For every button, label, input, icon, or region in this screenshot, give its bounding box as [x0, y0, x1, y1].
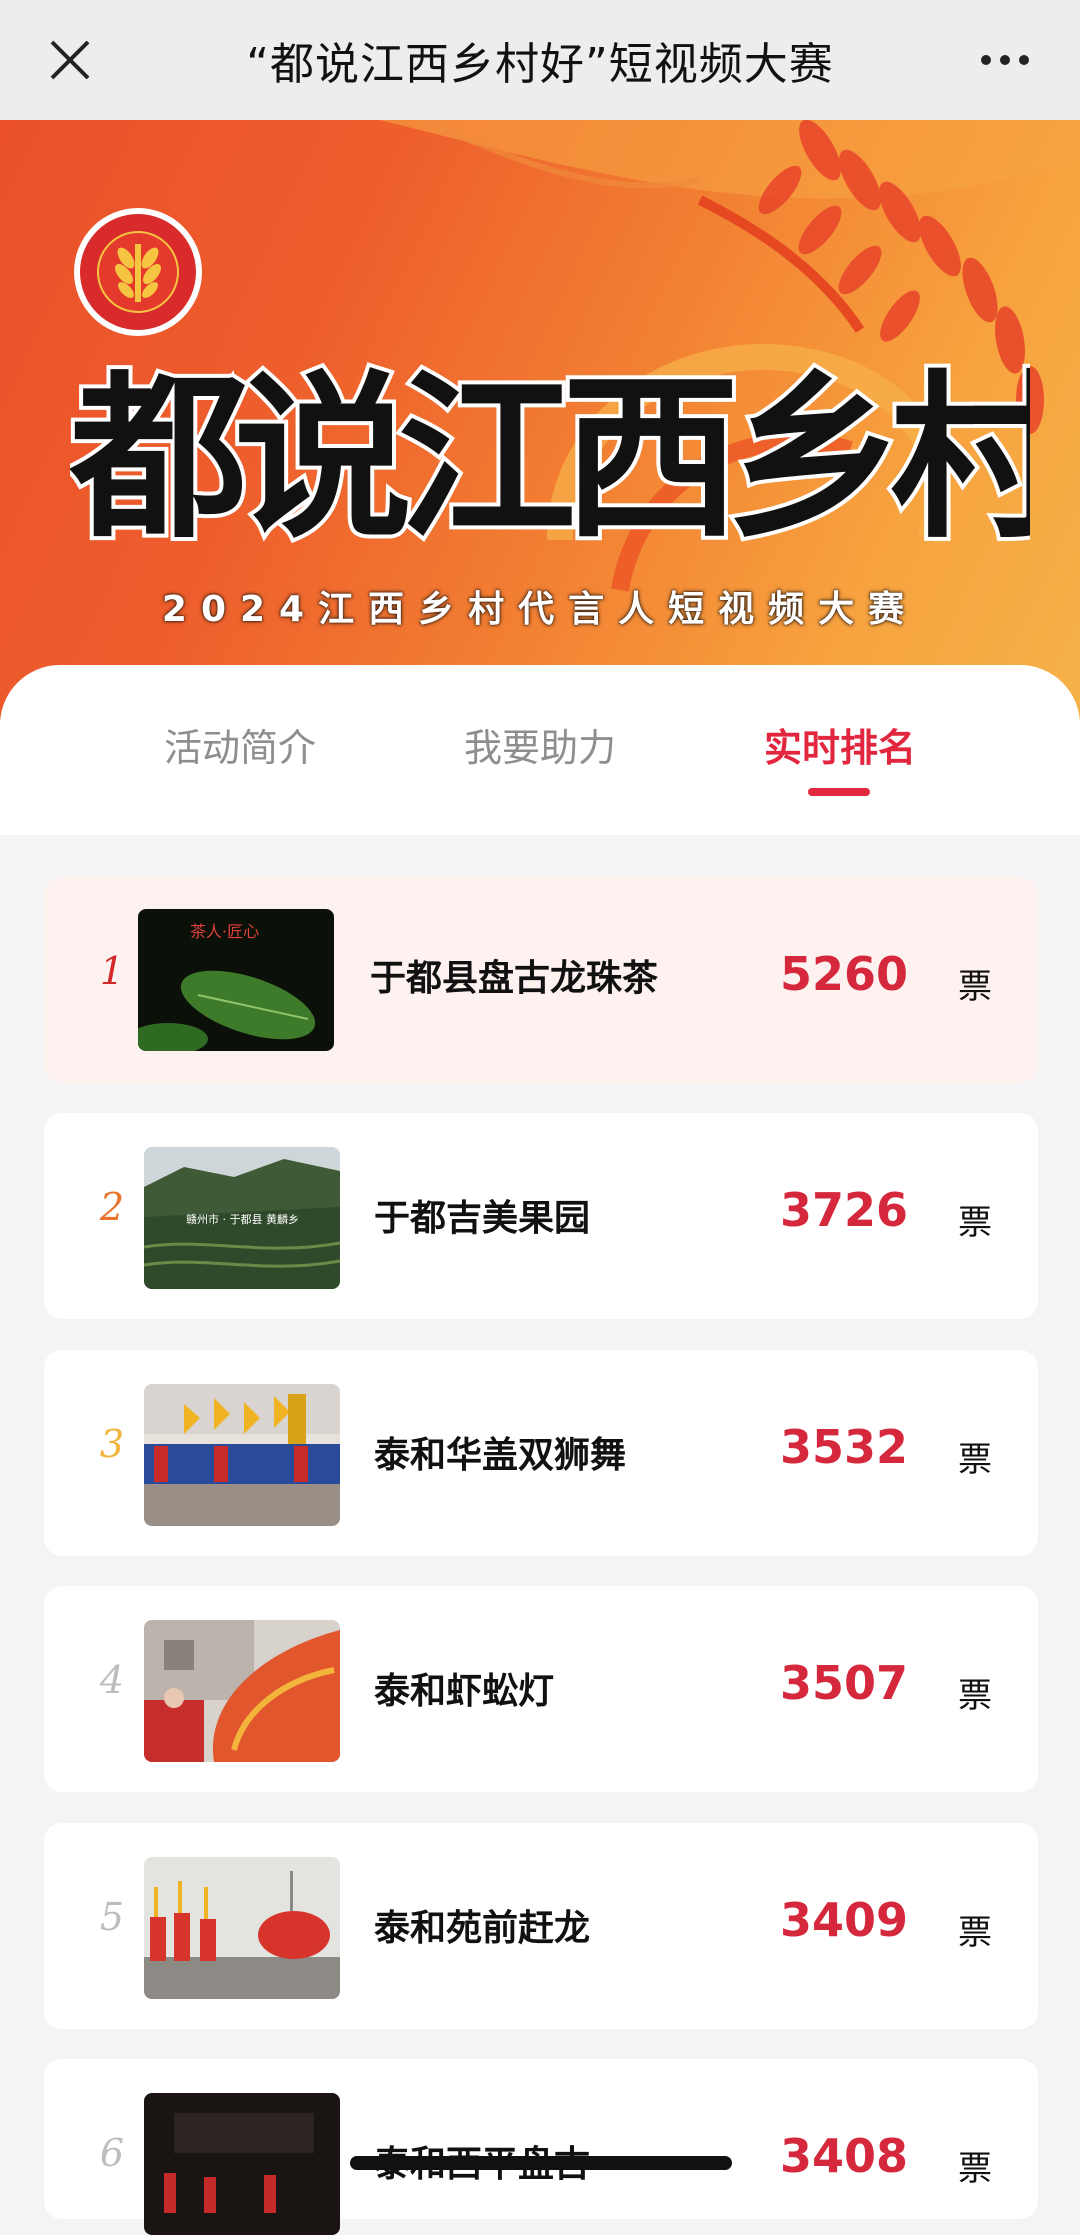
vote-unit: 票 — [958, 1913, 992, 1953]
video-thumbnail[interactable] — [144, 2093, 340, 2235]
rank-number: 5 — [99, 1895, 125, 1939]
ranking-item-2[interactable]: 2 赣州市 · 于都县 黄麟乡 于都吉美果园 3726 票 — [44, 1113, 1038, 1319]
video-thumbnail[interactable]: 茶人·匠心 — [138, 909, 334, 1051]
vote-unit: 票 — [958, 967, 992, 1007]
close-button[interactable] — [40, 30, 100, 90]
video-thumbnail[interactable] — [144, 1857, 340, 1999]
video-thumbnail[interactable] — [144, 1384, 340, 1526]
vote-count: 3408 — [779, 2129, 908, 2183]
tab-intro[interactable]: 活动简介 — [130, 717, 350, 772]
rank-number: 3 — [99, 1422, 125, 1466]
banner-subtitle: 2024江西乡村代言人短视频大赛 — [161, 589, 919, 630]
video-thumbnail[interactable] — [144, 1620, 340, 1762]
entry-name: 泰和苑前赶龙 — [374, 1908, 591, 1949]
entry-name: 泰和华盖双狮舞 — [374, 1435, 627, 1476]
vote-unit: 票 — [958, 1440, 992, 1480]
entry-name: 于都县盘古龙珠茶 — [370, 958, 659, 999]
more-dots-icon — [981, 55, 1029, 65]
svg-text:赣州市 · 于都县 黄麟乡: 赣州市 · 于都县 黄麟乡 — [186, 1212, 299, 1226]
more-button[interactable] — [970, 30, 1040, 90]
vote-count: 3532 — [779, 1420, 908, 1474]
entry-name: 于都吉美果园 — [374, 1198, 591, 1239]
vote-count: 3507 — [779, 1656, 908, 1710]
close-icon — [50, 40, 90, 80]
vote-unit: 票 — [958, 1676, 992, 1716]
video-thumbnail[interactable]: 赣州市 · 于都县 黄麟乡 — [144, 1147, 340, 1289]
tab-sheet: 活动简介 我要助力 实时排名 — [0, 665, 1080, 835]
tab-ranking[interactable]: 实时排名 — [730, 717, 950, 772]
rank-number: 2 — [99, 1185, 125, 1229]
rank-number: 4 — [99, 1658, 125, 1702]
ranking-item-1[interactable]: 1 茶人·匠心 于都县盘古龙珠茶 5260 票 — [44, 877, 1038, 1083]
rank-number: 6 — [99, 2131, 125, 2175]
ranking-item-3[interactable]: 3 泰和华盖双狮舞 3532 票 — [44, 1350, 1038, 1556]
rank-number: 1 — [99, 949, 125, 993]
vote-unit: 票 — [958, 1203, 992, 1243]
active-tab-indicator — [808, 788, 870, 796]
entry-name: 泰和虾蚣灯 — [374, 1671, 555, 1712]
vote-count: 3726 — [779, 1183, 908, 1237]
top-navigation-bar: “都说江西乡村好”短视频大赛 — [0, 0, 1080, 120]
event-banner: 都说江西乡村好 2024江西乡村代言人短视频大赛 — [0, 120, 1080, 720]
ranking-item-5[interactable]: 5 泰和苑前赶龙 3409 票 — [44, 1823, 1038, 2029]
svg-text:茶人·匠心: 茶人·匠心 — [190, 922, 259, 941]
ranking-item-6[interactable]: 6 泰和西平盘古 3408 票 — [44, 2059, 1038, 2235]
vote-unit: 票 — [958, 2149, 992, 2189]
vote-count: 5260 — [779, 947, 908, 1001]
page-title: “都说江西乡村好”短视频大赛 — [246, 39, 834, 90]
vote-count: 3409 — [779, 1893, 908, 1947]
ranking-item-4[interactable]: 4 泰和虾蚣灯 3507 票 — [44, 1586, 1038, 1792]
banner-main-title: 都说江西乡村好 — [70, 349, 1030, 566]
harvest-festival-logo — [74, 208, 202, 336]
home-indicator — [350, 2156, 732, 2170]
svg-text:都说江西乡村好: 都说江西乡村好 — [70, 353, 1030, 562]
tab-support[interactable]: 我要助力 — [430, 717, 650, 772]
